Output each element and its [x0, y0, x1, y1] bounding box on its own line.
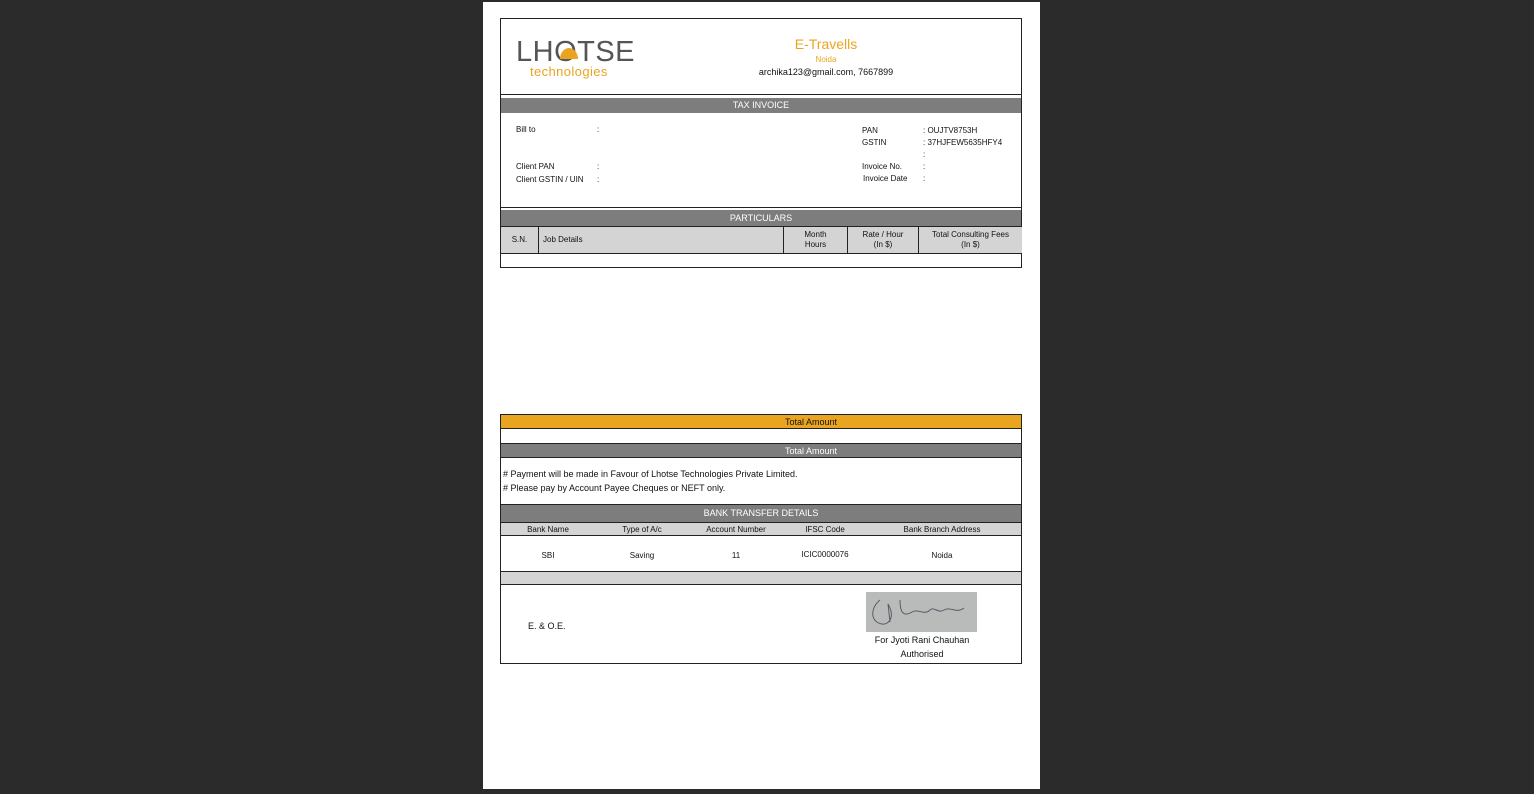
- bank-name-value: SBI: [541, 551, 555, 560]
- particulars-title: PARTICULARS: [501, 210, 1021, 226]
- col-job-details: Job Details: [539, 227, 784, 253]
- invoice-no-colon: :: [923, 162, 926, 171]
- signature-section: E. & O.E. For Jyoti Rani Chauhan Authori…: [500, 584, 1022, 664]
- bill-to-colon: :: [597, 125, 600, 134]
- bank-data-row: SBI Saving 11 ICIC0000076 Noida: [501, 536, 1021, 571]
- company-contact: archika123@gmail.com, 7667899: [758, 67, 894, 77]
- col-sn: S.N.: [501, 227, 539, 253]
- pan-label: PAN: [862, 126, 878, 135]
- bank-address-value: Noida: [931, 551, 953, 560]
- signatory-name: For Jyoti Rani Chauhan: [874, 635, 970, 645]
- total-amount-bar-secondary: Total Amount: [501, 443, 1021, 458]
- tax-invoice-title: TAX INVOICE: [501, 98, 1021, 113]
- col-rate-hour: Rate / Hour (In $): [848, 227, 919, 253]
- bank-ifsc-value: ICIC0000076: [801, 550, 849, 559]
- bank-col-account: Account Number: [706, 525, 766, 534]
- client-pan-label: Client PAN: [516, 162, 555, 171]
- tax-invoice-section: TAX INVOICE Bill to : Client PAN : Clien…: [500, 94, 1022, 208]
- total-amount-section: Total Amount Total Amount # Payment will…: [500, 414, 1022, 505]
- gstin-label: GSTIN: [862, 138, 887, 147]
- col-total-fees: Total Consulting Fees (In $): [919, 227, 1022, 253]
- bank-col-address: Bank Branch Address: [903, 525, 981, 534]
- particulars-header-row: S.N. Job Details Month Hours Rate / Hour…: [501, 226, 1022, 254]
- invoice-no-label: Invoice No.: [862, 162, 903, 171]
- client-gstin-colon: :: [597, 175, 600, 184]
- gstin-value: : 37HJFEW5635HFY4: [923, 138, 1003, 147]
- payment-note-1: # Payment will be made in Favour of Lhot…: [503, 469, 798, 479]
- bank-transfer-title: BANK TRANSFER DETAILS: [501, 505, 1021, 522]
- bank-account-value: 11: [731, 551, 741, 560]
- bank-transfer-section: BANK TRANSFER DETAILS Bank Name Type of …: [500, 504, 1022, 585]
- extra-colon: :: [923, 150, 926, 159]
- logo-subtext: technologies: [530, 64, 608, 79]
- signature-scribble: [872, 599, 965, 625]
- payment-note-2: # Please pay by Account Payee Cheques or…: [503, 483, 726, 493]
- invoice-page: LHOTSE technologies E-Travells Noida arc…: [483, 2, 1040, 789]
- bank-header-row: Bank Name Type of A/c Account Number IFS…: [501, 522, 1021, 536]
- particulars-section: PARTICULARS S.N. Job Details Month Hours…: [500, 207, 1022, 268]
- client-gstin-label: Client GSTIN / UIN: [516, 175, 584, 184]
- authorised-label: Authorised: [900, 649, 944, 659]
- bank-col-name: Bank Name: [527, 525, 569, 534]
- invoice-date-label: Invoice Date: [863, 174, 908, 183]
- logo-sun-icon: [560, 48, 578, 59]
- company-logo: LHOTSE technologies: [516, 37, 646, 81]
- eoe-label: E. & O.E.: [528, 621, 566, 631]
- invoice-date-colon: :: [923, 174, 926, 183]
- signature-image: [866, 592, 977, 632]
- bank-footer-strip: [501, 571, 1021, 585]
- bill-to-label: Bill to: [516, 125, 536, 134]
- total-amount-bar-primary: Total Amount: [501, 415, 1021, 429]
- company-city: Noida: [815, 55, 837, 64]
- col-month-hours: Month Hours: [784, 227, 848, 253]
- pan-value: : OUJTV8753H: [923, 126, 978, 135]
- client-pan-colon: :: [597, 162, 600, 171]
- invoice-header: LHOTSE technologies E-Travells Noida arc…: [500, 18, 1022, 95]
- bank-type-value: Saving: [629, 551, 655, 560]
- company-name: E-Travells: [794, 36, 858, 52]
- bank-col-ifsc: IFSC Code: [805, 525, 845, 534]
- bank-col-type: Type of A/c: [622, 525, 662, 534]
